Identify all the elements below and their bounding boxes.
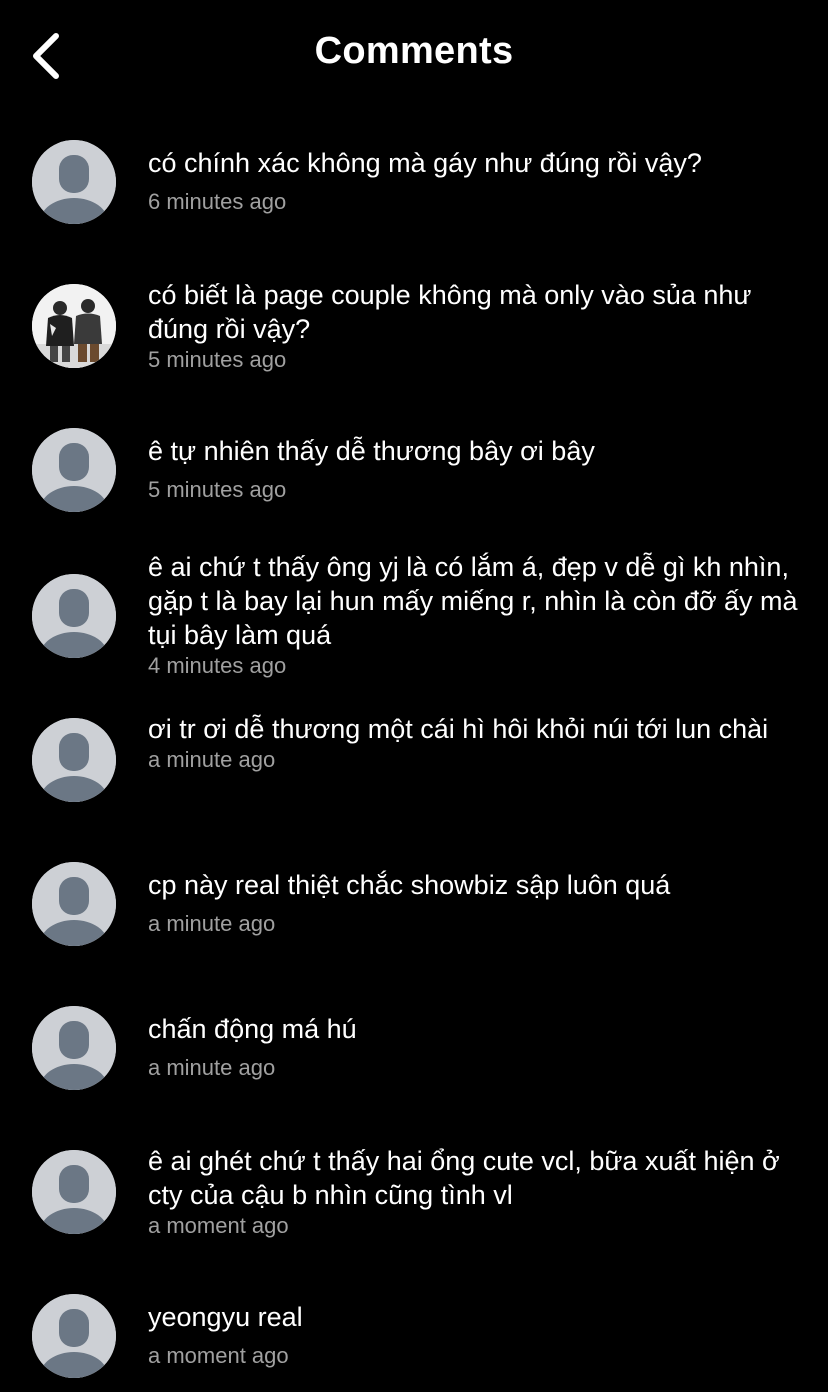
comment-time: 4 minutes ago [148,653,287,678]
page-title: Comments [314,30,514,72]
profile-photo-icon [32,284,116,368]
avatar[interactable] [32,1006,116,1090]
comment-time: a minute ago [148,747,276,772]
comment-time: a minute ago [148,911,276,936]
comment-text: có chính xác không mà gáy như đúng rồi v… [148,148,702,178]
avatar[interactable] [32,140,116,224]
comment-time: 5 minutes ago [148,477,287,502]
avatar[interactable] [32,574,116,658]
default-avatar-icon [32,862,116,946]
comment-text: ê ai ghét chứ t thấy hai ổng cute vcl, b… [148,1146,780,1210]
default-avatar-icon [32,1294,116,1378]
avatar[interactable] [32,1150,116,1234]
comment-text: có biết là page couple không mà only vào… [148,280,752,344]
comment-text: chấn động má hú [148,1014,357,1044]
comment-time: a moment ago [148,1343,289,1368]
avatar[interactable] [32,718,116,802]
default-avatar-icon [32,574,116,658]
comment-text: cp này real thiệt chắc showbiz sập luôn … [148,870,671,900]
default-avatar-icon [32,140,116,224]
default-avatar-icon [32,428,116,512]
avatar[interactable] [32,1294,116,1378]
comment-time: 6 minutes ago [148,189,287,214]
avatar[interactable] [32,862,116,946]
avatar[interactable] [32,428,116,512]
comment-time: 5 minutes ago [148,347,287,372]
comment-text: ê ai chứ t thấy ông yj là có lắm á, đẹp … [148,552,798,650]
comment-text: ê tự nhiên thấy dễ thương bây ơi bây [148,436,595,466]
avatar[interactable] [32,284,116,368]
comment-text: ơi tr ơi dễ thương một cái hì hôi khỏi n… [148,714,769,744]
comment-time: a moment ago [148,1213,289,1238]
default-avatar-icon [32,1006,116,1090]
default-avatar-icon [32,1150,116,1234]
comment-time: a minute ago [148,1055,276,1080]
comment-text: yeongyu real [148,1302,303,1332]
header-bar: Comments [0,0,828,112]
default-avatar-icon [32,718,116,802]
